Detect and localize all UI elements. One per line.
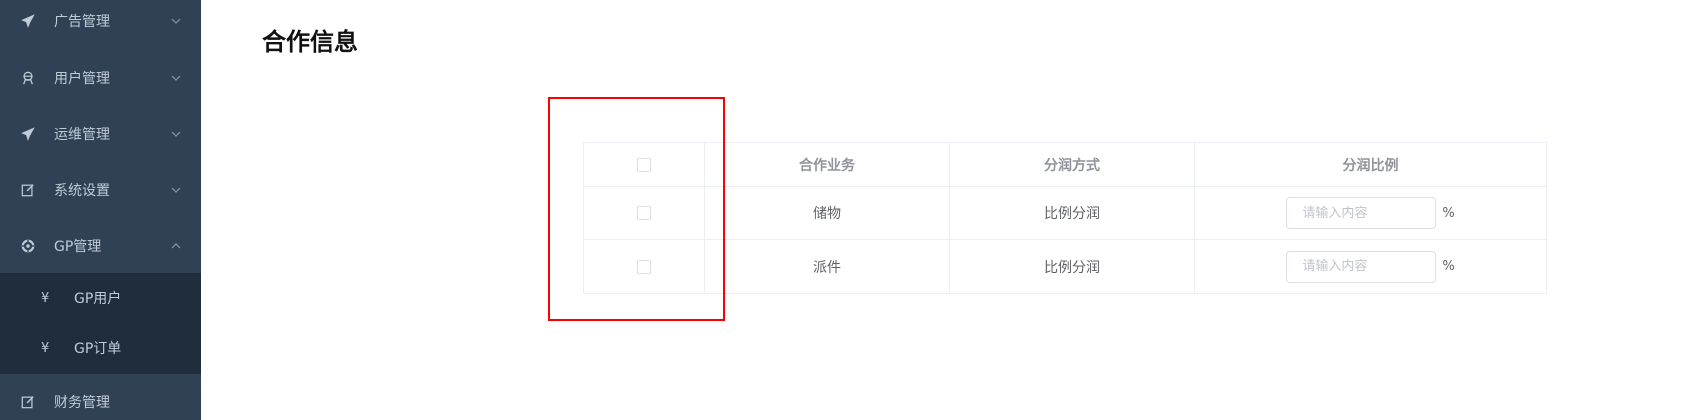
percent-unit: % <box>1442 205 1455 221</box>
yen-icon: ¥ <box>41 340 50 356</box>
table-header-row: 合作业务 分润方式 分润比例 <box>584 143 1546 187</box>
select-all-cell <box>584 143 705 186</box>
select-all-checkbox[interactable] <box>637 157 651 172</box>
method-cell: 比例分润 <box>950 240 1195 293</box>
table-row: 派件 比例分润 % <box>584 240 1546 293</box>
row-select-cell <box>584 240 705 293</box>
sidebar-item-label: 运维管理 <box>54 127 110 143</box>
sidebar-item-user-management[interactable]: 用户管理 <box>0 50 201 106</box>
column-header-ratio: 分润比例 <box>1342 157 1399 174</box>
sidebar-item-label: GP管理 <box>54 239 102 255</box>
sidebar-item-label: 系统设置 <box>54 183 110 199</box>
paper-plane-icon <box>20 126 36 142</box>
ratio-input[interactable] <box>1286 197 1437 229</box>
sidebar-item-gp-management[interactable]: GP管理 <box>0 218 201 274</box>
sidebar-item-label: 用户管理 <box>54 71 110 87</box>
sidebar-item-label: 广告管理 <box>54 14 110 30</box>
yen-icon: ¥ <box>41 290 50 306</box>
edit-icon <box>20 182 36 198</box>
submenu-item-gp-users[interactable]: ¥ GP用户 <box>0 273 201 323</box>
row-checkbox[interactable] <box>637 206 651 220</box>
submenu-item-label: GP用户 <box>74 291 122 307</box>
row-checkbox[interactable] <box>637 259 651 274</box>
sidebar-item-system-settings[interactable]: 系统设置 <box>0 162 201 218</box>
percent-unit: % <box>1442 259 1455 274</box>
chevron-up-icon <box>170 240 182 252</box>
ratio-input[interactable] <box>1286 250 1437 283</box>
user-icon <box>20 70 36 86</box>
ratio-input-group: % <box>1286 197 1455 229</box>
page-title: 合作信息 <box>262 28 358 56</box>
edit-icon <box>20 394 36 410</box>
ratio-input-group: % <box>1286 250 1455 283</box>
row-select-cell <box>584 187 705 239</box>
chevron-down-icon <box>170 72 182 84</box>
app: 广告管理 用户管理 运维管理 系统设置 GP管理 ¥ GP用户 ¥ GP订单 财… <box>0 0 1686 420</box>
business-cell: 派件 <box>705 240 950 293</box>
sidebar-item-label: 财务管理 <box>54 395 110 411</box>
method-cell: 比例分润 <box>950 187 1195 239</box>
settings-circle-icon <box>20 238 36 254</box>
ratio-cell: % <box>1195 187 1546 239</box>
chevron-down-icon <box>170 184 182 196</box>
gp-submenu: ¥ GP用户 ¥ GP订单 <box>0 273 201 374</box>
table-row: 储物 比例分润 % <box>584 187 1546 240</box>
ratio-cell: % <box>1195 240 1546 293</box>
sidebar-item-ops-management[interactable]: 运维管理 <box>0 106 201 162</box>
business-cell: 储物 <box>705 187 950 239</box>
chevron-down-icon <box>170 15 182 27</box>
sidebar-item-ad-management[interactable]: 广告管理 <box>0 0 201 49</box>
paper-plane-icon <box>20 13 36 29</box>
sidebar: 广告管理 用户管理 运维管理 系统设置 GP管理 ¥ GP用户 ¥ GP订单 财… <box>0 0 201 420</box>
sidebar-item-finance-management[interactable]: 财务管理 <box>0 374 201 420</box>
column-header-business: 合作业务 <box>705 143 950 186</box>
cooperation-table: 合作业务 分润方式 分润比例 储物 比例分润 % 派件 比例分润 <box>583 142 1547 294</box>
column-header-method: 分润方式 <box>950 143 1195 186</box>
submenu-item-label: GP订单 <box>74 341 122 357</box>
submenu-item-gp-orders[interactable]: ¥ GP订单 <box>0 323 201 373</box>
chevron-down-icon <box>170 128 182 140</box>
